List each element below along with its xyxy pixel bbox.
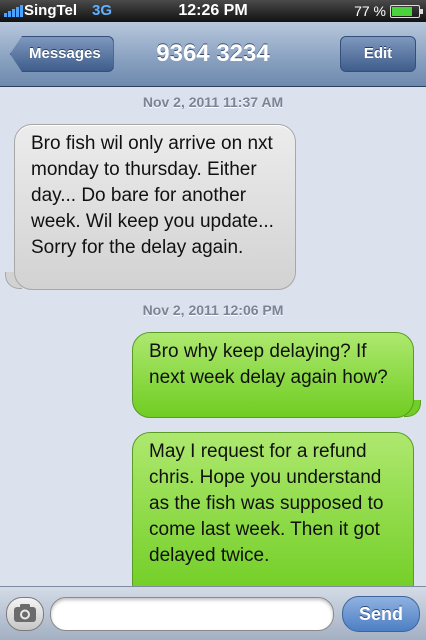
- message-timestamp: Nov 2, 2011 11:37 AM: [142, 94, 284, 110]
- battery-level: [392, 7, 413, 16]
- edit-button[interactable]: Edit: [340, 36, 416, 72]
- outgoing-message-bubble[interactable]: May I request for a refund chris. Hope y…: [132, 432, 414, 602]
- camera-button[interactable]: [6, 597, 44, 631]
- status-bar: SingTel 3G 12:26 PM 77 %: [0, 0, 426, 22]
- message-input-bar: Send: [0, 586, 426, 640]
- message-timestamp: Nov 2, 2011 12:06 PM: [142, 302, 284, 318]
- camera-icon: [14, 604, 36, 622]
- navigation-bar: Messages 9364 3234 Edit: [0, 22, 426, 87]
- message-text-field[interactable]: [50, 597, 334, 631]
- send-button[interactable]: Send: [342, 596, 420, 632]
- battery-percent: 77 %: [354, 3, 386, 19]
- battery-icon: [390, 5, 423, 18]
- incoming-message-bubble[interactable]: Bro fish wil only arrive on nxt monday t…: [14, 124, 296, 290]
- outgoing-message-bubble[interactable]: Bro why keep delaying? If next week dela…: [132, 332, 414, 418]
